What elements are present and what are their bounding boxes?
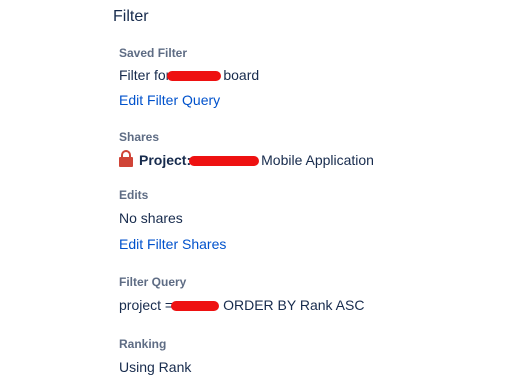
saved-filter-suffix: board <box>223 67 260 83</box>
filter-query-value: project = ORDER BY Rank ASC <box>119 295 364 315</box>
edit-filter-shares-link[interactable]: Edit Filter Shares <box>119 234 226 254</box>
saved-filter-value: Filter for board <box>119 65 259 85</box>
filter-query-prefix: project = <box>119 297 174 313</box>
ranking-value: Using Rank <box>119 359 192 375</box>
project-label: Project: <box>139 152 192 168</box>
redaction-mark <box>171 301 220 312</box>
saved-filter-prefix: Filter for <box>119 67 171 83</box>
project-suffix: Mobile Application <box>261 152 374 168</box>
saved-filter-label: Saved Filter <box>119 46 188 60</box>
shares-project: Project: Mobile Application <box>119 150 374 170</box>
redaction-mark <box>189 156 260 167</box>
panel-title: Filter <box>113 8 149 25</box>
edit-filter-query-link[interactable]: Edit Filter Query <box>119 90 220 110</box>
filter-query-label: Filter Query <box>119 275 187 289</box>
edits-label: Edits <box>119 188 149 202</box>
filter-query-suffix: ORDER BY Rank ASC <box>223 297 365 313</box>
shares-label: Shares <box>119 130 160 144</box>
edits-value: No shares <box>119 210 183 226</box>
ranking-label: Ranking <box>119 337 167 351</box>
lock-icon <box>119 150 133 167</box>
redaction-mark <box>167 71 222 82</box>
